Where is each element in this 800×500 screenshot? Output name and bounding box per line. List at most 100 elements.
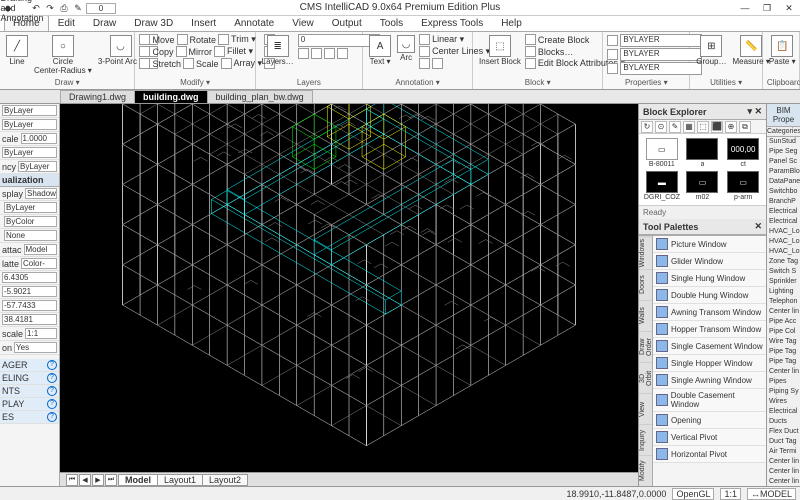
- tp-item-3[interactable]: Double Hung Window: [653, 287, 766, 304]
- left-btn-3[interactable]: PLAY: [2, 399, 24, 409]
- tp-tab-4[interactable]: 3D Orbit: [639, 362, 652, 393]
- bim-item-29[interactable]: Flex Duct: [767, 427, 800, 437]
- bim-item-20[interactable]: Wire Tag: [767, 337, 800, 347]
- tab-annotate[interactable]: Annotate: [225, 15, 283, 31]
- layout-2[interactable]: Layout2: [202, 474, 248, 486]
- num-row-1[interactable]: -5.9021: [2, 286, 57, 297]
- left-btn-2[interactable]: NTS: [2, 386, 20, 396]
- stretch-icon[interactable]: [139, 58, 150, 69]
- bim-item-31[interactable]: Air Termi: [767, 447, 800, 457]
- block-4[interactable]: ▭m02: [684, 171, 722, 201]
- tab-view[interactable]: View: [283, 15, 323, 31]
- array-icon[interactable]: [221, 58, 232, 69]
- paste-button[interactable]: 📋Paste ▾: [767, 34, 798, 67]
- mirror-icon[interactable]: [176, 46, 187, 57]
- bim-tab-categories[interactable]: Categories: [767, 127, 800, 136]
- bim-item-32[interactable]: Center lin: [767, 457, 800, 467]
- editattr-icon[interactable]: [525, 58, 536, 69]
- tab-tools[interactable]: Tools: [371, 15, 412, 31]
- tp-item-2[interactable]: Single Hung Window: [653, 270, 766, 287]
- tp-item-9[interactable]: Double Casement Window: [653, 389, 766, 412]
- circle-button[interactable]: ○CircleCenter-Radius ▾: [32, 34, 94, 76]
- bim-item-1[interactable]: Pipe Seg: [767, 147, 800, 157]
- layer-icon2[interactable]: [311, 48, 322, 59]
- arc-ann-button[interactable]: ◡Arc: [395, 34, 417, 63]
- block-3[interactable]: ▬DGRI_COZ: [643, 171, 681, 201]
- bim-item-27[interactable]: Electrical: [767, 407, 800, 417]
- tp-item-10[interactable]: Opening: [653, 412, 766, 429]
- bim-item-13[interactable]: Switch S: [767, 267, 800, 277]
- bim-item-2[interactable]: Panel Sc: [767, 157, 800, 167]
- prop-bylayer1[interactable]: ByLayer: [2, 105, 57, 116]
- tp-tab-1[interactable]: Doors: [639, 269, 652, 300]
- tab-draw[interactable]: Draw: [84, 15, 125, 31]
- status-model[interactable]: ↔MODEL: [747, 488, 796, 500]
- be-tool-7[interactable]: ⧉: [739, 121, 751, 133]
- tp-item-1[interactable]: Glider Window: [653, 253, 766, 270]
- bim-item-10[interactable]: HVAC_Lo: [767, 237, 800, 247]
- layout-nav-prev[interactable]: ◀: [79, 474, 91, 486]
- tp-item-0[interactable]: Picture Window: [653, 236, 766, 253]
- group-button[interactable]: ⊞Group…: [694, 34, 728, 67]
- bim-item-28[interactable]: Ducts: [767, 417, 800, 427]
- left-btn-1[interactable]: ELING: [2, 373, 29, 383]
- bim-item-19[interactable]: Pipe Col: [767, 327, 800, 337]
- vis-row-3[interactable]: None: [4, 230, 57, 241]
- be-tool-2[interactable]: ✎: [669, 121, 681, 133]
- bim-item-15[interactable]: Lighting: [767, 287, 800, 297]
- tab-express[interactable]: Express Tools: [412, 15, 492, 31]
- copy-icon[interactable]: [139, 46, 150, 57]
- status-scale[interactable]: 1:1: [720, 488, 741, 500]
- tp-tab-2[interactable]: Walls: [639, 300, 652, 331]
- layer-icon1[interactable]: [298, 48, 309, 59]
- num-row-0[interactable]: 6.4305: [2, 272, 57, 283]
- doc-tab-3[interactable]: building_plan_bw.dwg: [207, 90, 313, 103]
- layer-icon4[interactable]: [337, 48, 348, 59]
- layer-icon3[interactable]: [324, 48, 335, 59]
- status-opengl[interactable]: OpenGL: [672, 488, 714, 500]
- prop-bylayer3[interactable]: ByLayer: [2, 147, 57, 158]
- tp-item-8[interactable]: Single Awning Window: [653, 372, 766, 389]
- tp-item-5[interactable]: Hopper Transom Window: [653, 321, 766, 338]
- tp-tab-0[interactable]: Windows: [639, 236, 652, 269]
- vis-row-4[interactable]: Model: [24, 244, 57, 255]
- be-tool-5[interactable]: ⬛: [711, 121, 723, 133]
- qat-undo-icon[interactable]: ↶: [30, 2, 42, 14]
- layout-nav-last[interactable]: ⏭: [105, 474, 117, 486]
- be-tool-4[interactable]: ⬚: [697, 121, 709, 133]
- doc-tab-1[interactable]: Drawing1.dwg: [60, 90, 135, 103]
- bim-item-24[interactable]: Pipes: [767, 377, 800, 387]
- vis-row-1[interactable]: ByLayer: [4, 202, 57, 213]
- qat-edit-icon[interactable]: ✎: [72, 2, 84, 14]
- bim-item-4[interactable]: DataPane: [767, 177, 800, 187]
- tp-item-12[interactable]: Horizontal Pivot: [653, 446, 766, 463]
- layers-button[interactable]: ≣Layers…: [260, 34, 296, 67]
- lweight-icon[interactable]: [607, 49, 618, 60]
- move-icon[interactable]: [139, 34, 150, 45]
- bim-item-23[interactable]: Center lin: [767, 367, 800, 377]
- prop-scale[interactable]: 1.0000: [21, 133, 57, 144]
- block-1[interactable]: a: [684, 138, 722, 168]
- tab-edit[interactable]: Edit: [49, 15, 84, 31]
- workspace-selector[interactable]: Drafting and Annotation: [16, 2, 28, 14]
- left-btn-0[interactable]: AGER: [2, 360, 28, 370]
- tp-item-6[interactable]: Single Casement Window: [653, 338, 766, 355]
- block-2[interactable]: 000,00ct: [724, 138, 762, 168]
- block-5[interactable]: ▭p-arm: [724, 171, 762, 201]
- bim-item-11[interactable]: HVAC_Lo: [767, 247, 800, 257]
- ltype-icon[interactable]: [607, 63, 618, 74]
- bim-item-3[interactable]: ParamBlo: [767, 167, 800, 177]
- close-button[interactable]: ✕: [778, 0, 800, 16]
- insert-block-button[interactable]: ⬚Insert Block: [477, 34, 523, 67]
- trim-icon[interactable]: [218, 34, 229, 45]
- layout-model[interactable]: Model: [118, 474, 158, 486]
- tab-help[interactable]: Help: [492, 15, 531, 31]
- layout-nav-next[interactable]: ▶: [92, 474, 104, 486]
- blocks-icon[interactable]: [525, 46, 536, 57]
- ann-icon4[interactable]: [432, 58, 443, 69]
- rotate-icon[interactable]: [177, 34, 188, 45]
- bim-item-16[interactable]: Telephon: [767, 297, 800, 307]
- line-button[interactable]: ╱Line: [4, 34, 30, 67]
- num-row-3[interactable]: 38.4181: [2, 314, 57, 325]
- be-tool-0[interactable]: ↻: [641, 121, 653, 133]
